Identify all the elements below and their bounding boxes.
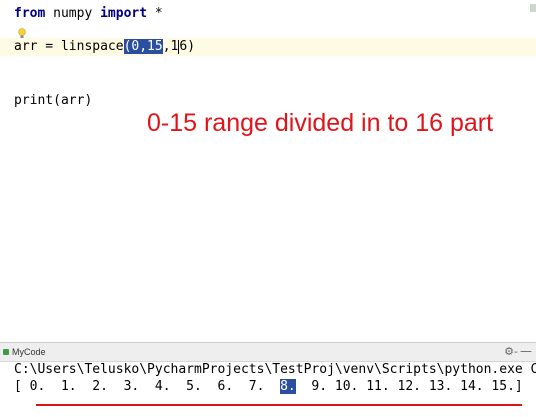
run-panel-header: MyCode ⚙- — [0, 343, 536, 362]
output-prefix: [ 0. 1. 2. 3. 4. 5. 6. 7. [14, 379, 281, 394]
settings-gear-icon[interactable]: ⚙- [504, 345, 518, 358]
annotation-underline [36, 404, 522, 406]
keyword-import: import [100, 6, 148, 21]
code-line-linspace[interactable]: arr = linspace(0,15,16) [14, 39, 195, 55]
module-name: numpy [45, 6, 101, 21]
console-path-line: C:\Users\Telusko\PycharmProjects\TestPro… [14, 362, 536, 377]
code-mid: ,1 [162, 39, 179, 54]
keyword-from: from [14, 6, 46, 21]
selected-text: (0,15 [123, 39, 163, 54]
code-editor[interactable]: from numpy import * arr = linspace(0,15,… [0, 0, 536, 342]
code-post: 6) [179, 39, 196, 54]
code-prefix: arr = linspace [14, 39, 124, 54]
run-tab-label: MyCode [12, 347, 46, 357]
import-rest: * [147, 6, 163, 21]
console-output-line: [ 0. 1. 2. 3. 4. 5. 6. 7. 8. 9. 10. 11. … [14, 379, 523, 395]
code-line-print[interactable]: print(arr) [14, 93, 92, 109]
output-highlight: 8. [280, 379, 296, 394]
output-suffix: 9. 10. 11. 12. 13. 14. 15.] [295, 379, 523, 394]
minimize-icon[interactable]: — [520, 344, 532, 358]
annotation-text: 0-15 range divided in to 16 part [147, 109, 494, 137]
run-console[interactable]: C:\Users\Telusko\PycharmProjects\TestPro… [0, 362, 536, 417]
code-line-import[interactable]: from numpy import * [14, 6, 163, 22]
scroll-marker [530, 4, 536, 12]
run-config-icon [3, 349, 9, 355]
run-tab[interactable]: MyCode [0, 345, 46, 359]
